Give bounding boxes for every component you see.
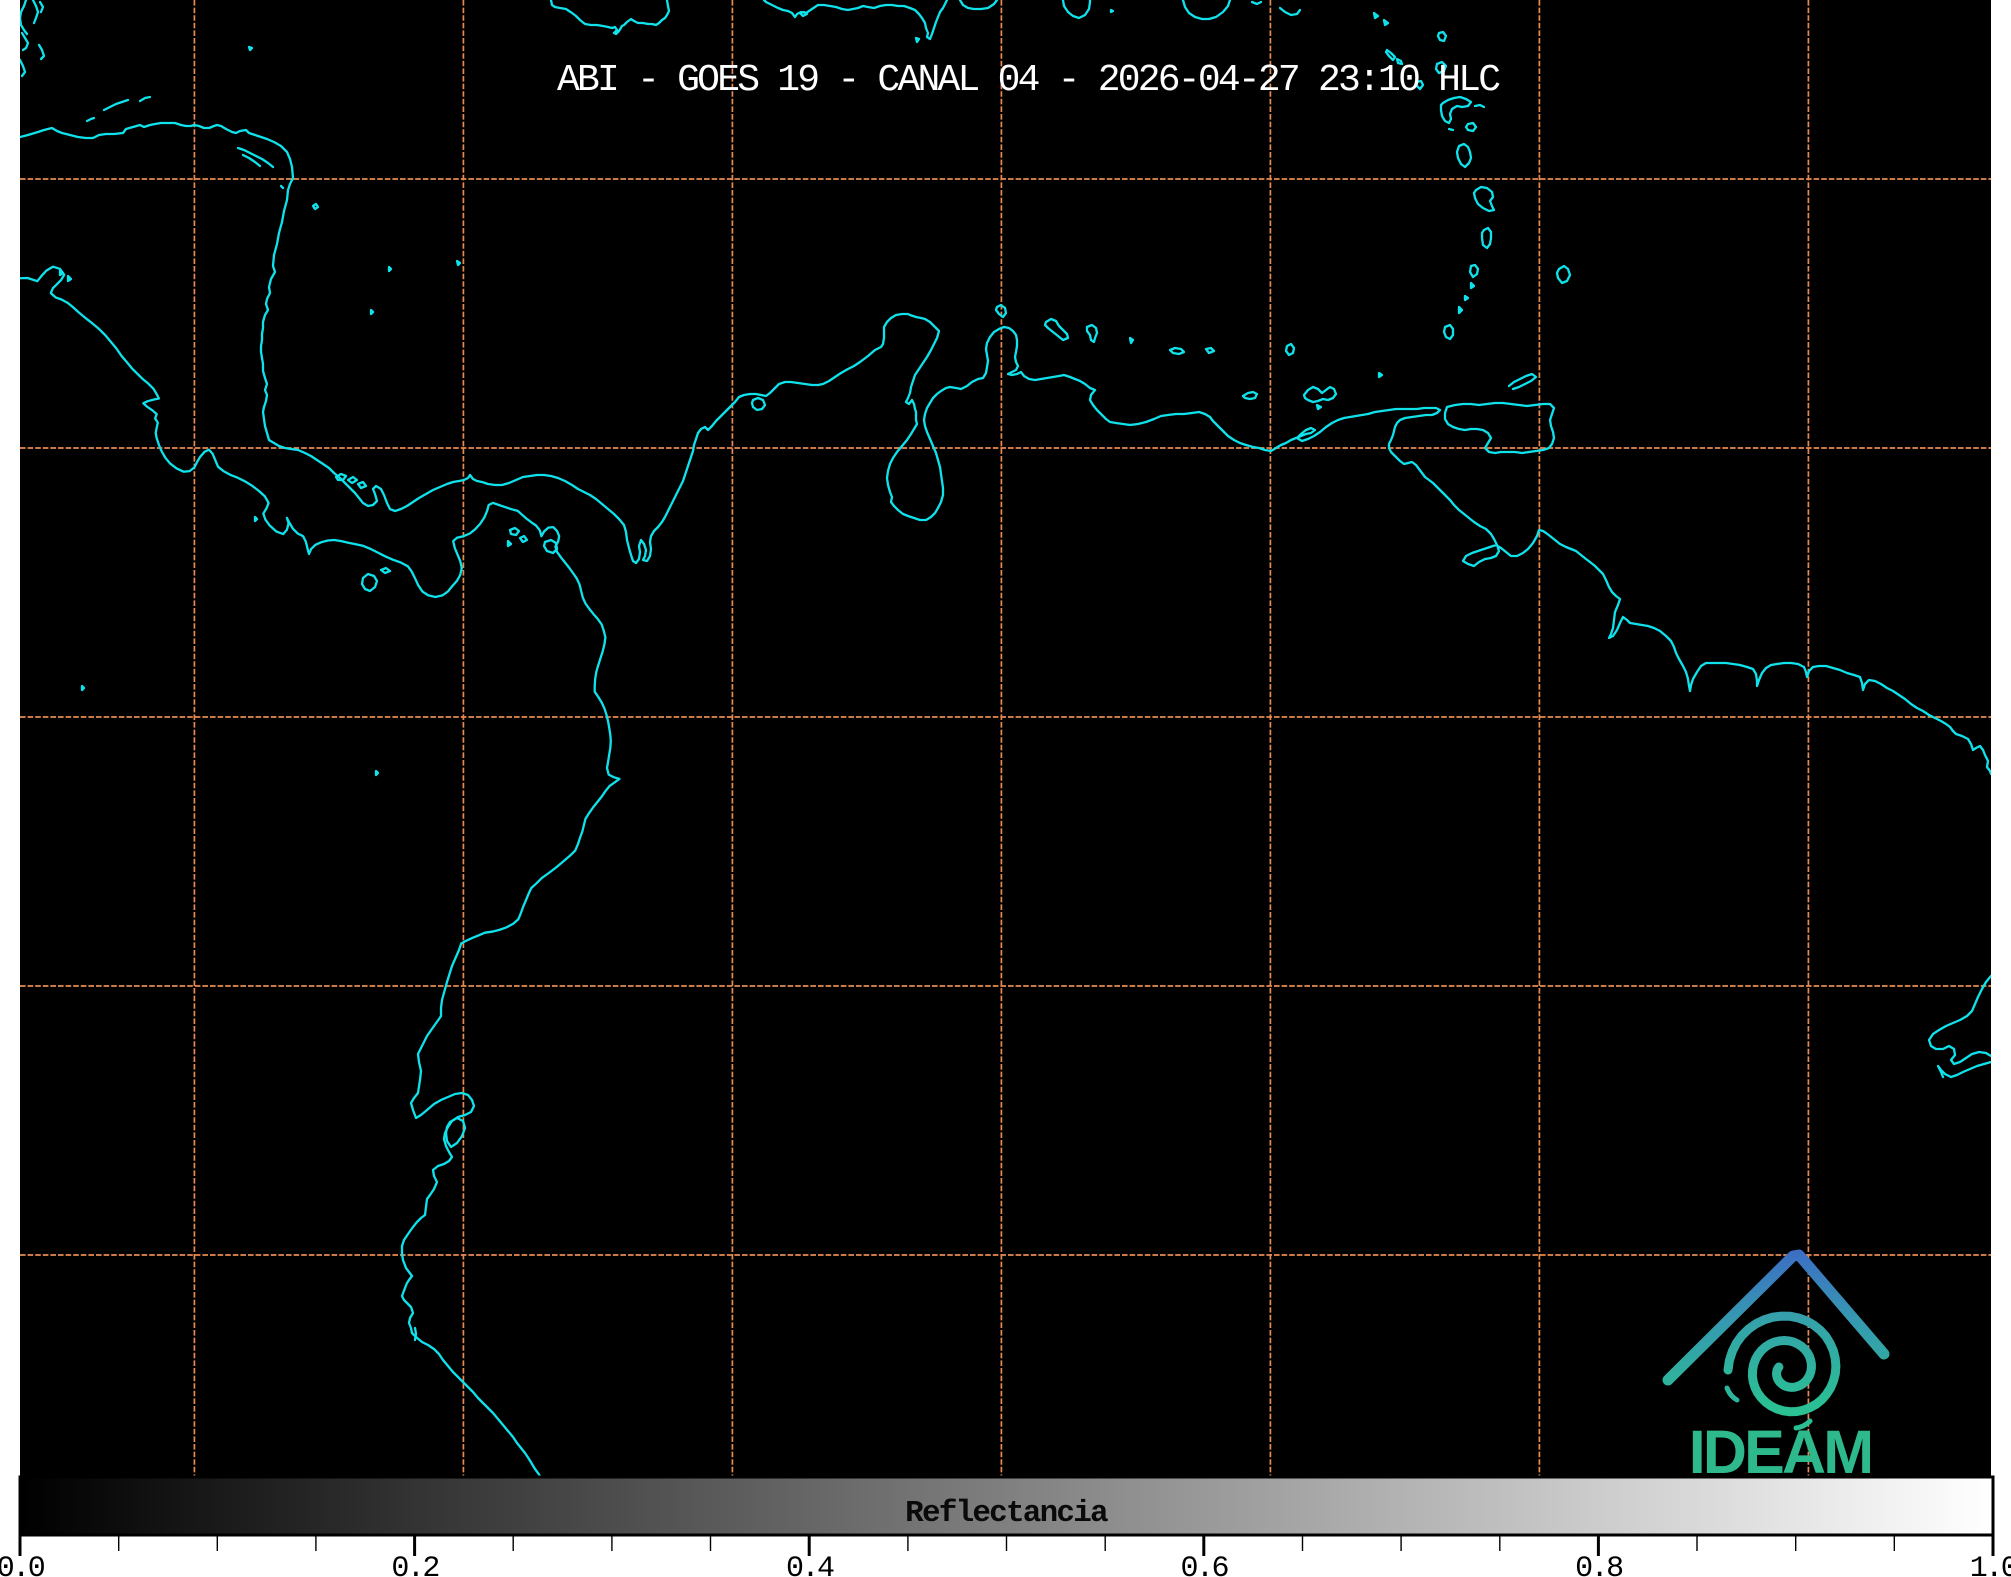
svg-text:1.0: 1.0	[1970, 1552, 2011, 1577]
svg-text:0.6: 0.6	[1181, 1552, 1229, 1577]
svg-text:0.2: 0.2	[391, 1552, 438, 1577]
svg-text:0.4: 0.4	[786, 1552, 834, 1577]
svg-text:0.8: 0.8	[1575, 1552, 1623, 1577]
svg-text:Reflectancia: Reflectancia	[905, 1496, 1108, 1531]
svg-text:0.0: 0.0	[0, 1552, 45, 1577]
svg-text:IDEAM: IDEAM	[1689, 1418, 1872, 1486]
svg-text:ABI - GOES 19 - CANAL 04 - 202: ABI - GOES 19 - CANAL 04 - 2026-04-27 23…	[557, 59, 1501, 102]
